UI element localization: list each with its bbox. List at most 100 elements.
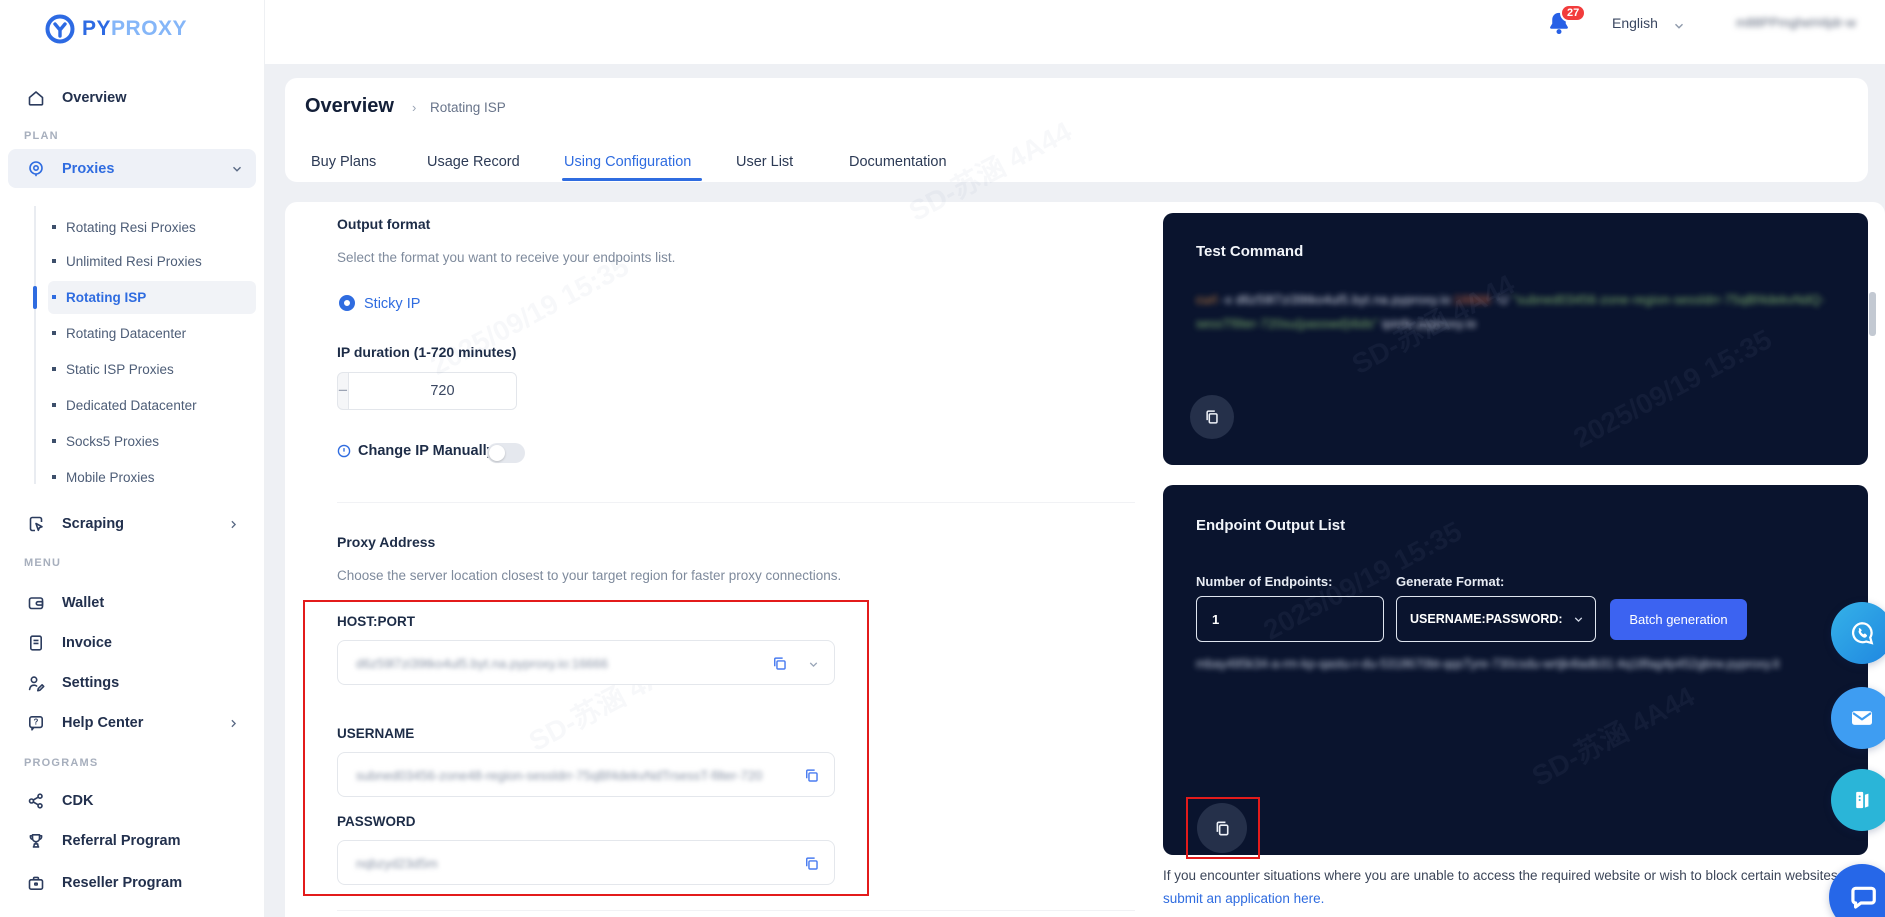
- sticky-ip-radio[interactable]: [339, 295, 355, 311]
- subnav-label: Unlimited Resi Proxies: [66, 253, 202, 269]
- sidebar-item-help-center[interactable]: ? Help Center: [26, 711, 240, 735]
- subnav-label: Rotating Datacenter: [66, 325, 187, 341]
- sidebar-item-scraping[interactable]: Scraping: [26, 512, 240, 536]
- endpoint-output-title: Endpoint Output List: [1196, 517, 1346, 534]
- proxy-address-desc: Choose the server location closest to yo…: [337, 568, 842, 583]
- password-value: nqbzyd23d5m: [356, 856, 438, 871]
- whatsapp-button[interactable]: [1831, 602, 1885, 664]
- sidebar-section-menu: MENU: [24, 557, 62, 569]
- cmd-credentials2: sessTfilter-720su{passwd}i6ds": [1196, 317, 1379, 331]
- sidebar-item-wallet[interactable]: Wallet: [26, 591, 104, 615]
- change-ip-label: Change IP Manually:: [358, 443, 500, 459]
- svg-text:?: ?: [34, 718, 39, 727]
- sidebar-item-proxies[interactable]: Proxies: [8, 149, 256, 188]
- username-field[interactable]: subned03456-zone48-region-sessldrr-75qBf…: [337, 752, 835, 797]
- sidebar-item-label: Proxies: [62, 161, 115, 177]
- email-button[interactable]: [1831, 687, 1885, 749]
- settings-user-icon: [28, 676, 45, 692]
- chevron-right-icon: [231, 520, 237, 528]
- batch-generation-button[interactable]: Batch generation: [1610, 599, 1747, 640]
- toggle-knob: [489, 445, 505, 461]
- chevron-down-icon[interactable]: [807, 658, 820, 676]
- bullet: [52, 475, 56, 479]
- sidebar-item-static-isp-proxies[interactable]: Static ISP Proxies: [52, 358, 174, 380]
- endpoint-output-panel: 2025/09/19 15:35 SD-苏涵 4A44 Endpoint Out…: [1163, 485, 1868, 855]
- scrollbar-thumb[interactable]: [1869, 292, 1876, 336]
- host-port-field[interactable]: d6z59l7zi39tko4ul5.byt.na.pyproxy.io:166…: [337, 640, 835, 685]
- password-field[interactable]: nqbzyd23d5m: [337, 840, 835, 885]
- sidebar-item-settings[interactable]: Settings: [26, 671, 119, 695]
- help-icon: ?: [28, 715, 43, 731]
- invoice-icon: [30, 635, 42, 651]
- catalog-button[interactable]: [1831, 769, 1885, 831]
- sidebar-item-socks5-proxies[interactable]: Socks5 Proxies: [52, 430, 159, 452]
- tab-using-configuration[interactable]: Using Configuration: [564, 154, 691, 170]
- email-icon: [1852, 711, 1872, 725]
- sidebar-item-rotating-resi-proxies[interactable]: Rotating Resi Proxies: [52, 216, 196, 238]
- logo-text-secondary: PROXY: [111, 17, 188, 40]
- sidebar-item-rotating-isp[interactable]: Rotating ISP: [52, 286, 146, 308]
- generate-format-label: Generate Format:: [1396, 574, 1505, 589]
- sidebar-item-invoice[interactable]: Invoice: [26, 631, 112, 655]
- language-chevron-down-icon[interactable]: [1672, 19, 1686, 38]
- account-username[interactable]: m88PPmgheH4jdr-w: [1736, 15, 1856, 30]
- info-icon: [336, 443, 352, 464]
- change-ip-toggle[interactable]: [487, 443, 525, 463]
- sidebar-item-referral-program[interactable]: Referral Program: [26, 829, 180, 853]
- copy-icon[interactable]: [771, 655, 788, 677]
- copy-icon: [1206, 410, 1218, 424]
- sidebar-item-dedicated-datacenter[interactable]: Dedicated Datacenter: [52, 394, 197, 416]
- footer-note-text: If you encounter situations where you ar…: [1163, 868, 1846, 883]
- subnav-label: Mobile Proxies: [66, 469, 155, 485]
- submit-application-link[interactable]: submit an application here.: [1163, 891, 1324, 906]
- number-of-endpoints-input[interactable]: [1196, 596, 1384, 642]
- ip-duration-stepper: − +: [337, 372, 517, 410]
- sidebar-item-rotating-datacenter[interactable]: Rotating Datacenter: [52, 322, 186, 344]
- bullet: [52, 403, 56, 407]
- copy-icon[interactable]: [803, 767, 820, 789]
- tab-usage-record[interactable]: Usage Record: [427, 154, 520, 170]
- sidebar-item-mobile-proxies[interactable]: Mobile Proxies: [52, 466, 155, 488]
- language-selector[interactable]: English: [1612, 15, 1658, 31]
- tab-buy-plans[interactable]: Buy Plans: [311, 154, 376, 170]
- stepper-minus-button[interactable]: −: [338, 373, 348, 409]
- trophy-icon: [29, 834, 43, 848]
- cmd-curl: curl: [1196, 293, 1218, 307]
- sidebar-item-label: Referral Program: [62, 833, 181, 849]
- breadcrumb-root[interactable]: Overview: [305, 95, 394, 118]
- tab-documentation[interactable]: Documentation: [849, 154, 947, 170]
- breadcrumb-current: Rotating ISP: [430, 100, 506, 115]
- breadcrumb-chevron-icon: ›: [412, 100, 417, 115]
- sticky-ip-label[interactable]: Sticky IP: [364, 296, 420, 312]
- ip-duration-input[interactable]: [347, 373, 516, 409]
- tab-user-list[interactable]: User List: [736, 154, 793, 170]
- host-port-value: d6z59l7zi39tko4ul5.byt.na.pyproxy.io:166…: [356, 656, 608, 671]
- cmd-target: ipinfo.pyproxy.io: [1378, 317, 1477, 331]
- bullet: [52, 259, 56, 263]
- chat-icon: [1851, 886, 1876, 909]
- top-header: [0, 0, 1885, 64]
- copy-command-button[interactable]: [1190, 395, 1234, 439]
- sidebar-section-plan: PLAN: [24, 130, 59, 142]
- bullet: [52, 367, 56, 371]
- divider: [337, 910, 1135, 911]
- sidebar-item-unlimited-resi-proxies[interactable]: Unlimited Resi Proxies: [52, 250, 202, 272]
- generate-format-select[interactable]: USERNAME:PASSWORD:: [1396, 596, 1596, 642]
- wallet-icon: [28, 597, 44, 610]
- sidebar-item-label: Help Center: [62, 715, 144, 731]
- output-format-title: Output format: [337, 216, 431, 232]
- copy-button-red-highlight: [1186, 797, 1260, 859]
- username-label: USERNAME: [337, 726, 415, 741]
- cmd-credentials: "subned03456-zone-region-sessldrr-75qBf4…: [1512, 293, 1825, 307]
- copy-icon[interactable]: [803, 855, 820, 877]
- sidebar-item-label: Settings: [62, 675, 120, 691]
- sidebar-item-reseller-program[interactable]: Reseller Program: [26, 871, 182, 895]
- pyproxy-logo-text: PYPROXY: [82, 17, 187, 41]
- subnav-active-bar: [33, 286, 37, 309]
- sidebar-item-cdk[interactable]: CDK: [26, 789, 93, 813]
- active-tab-underline: [562, 178, 702, 181]
- test-command-line2: sessTfilter-720su{passwd}i6ds" ipinfo.py…: [1196, 317, 1477, 331]
- sidebar-item-overview[interactable]: Overview: [26, 86, 127, 110]
- notification-badge: 27: [1560, 4, 1587, 22]
- sidebar-item-label: CDK: [62, 793, 94, 809]
